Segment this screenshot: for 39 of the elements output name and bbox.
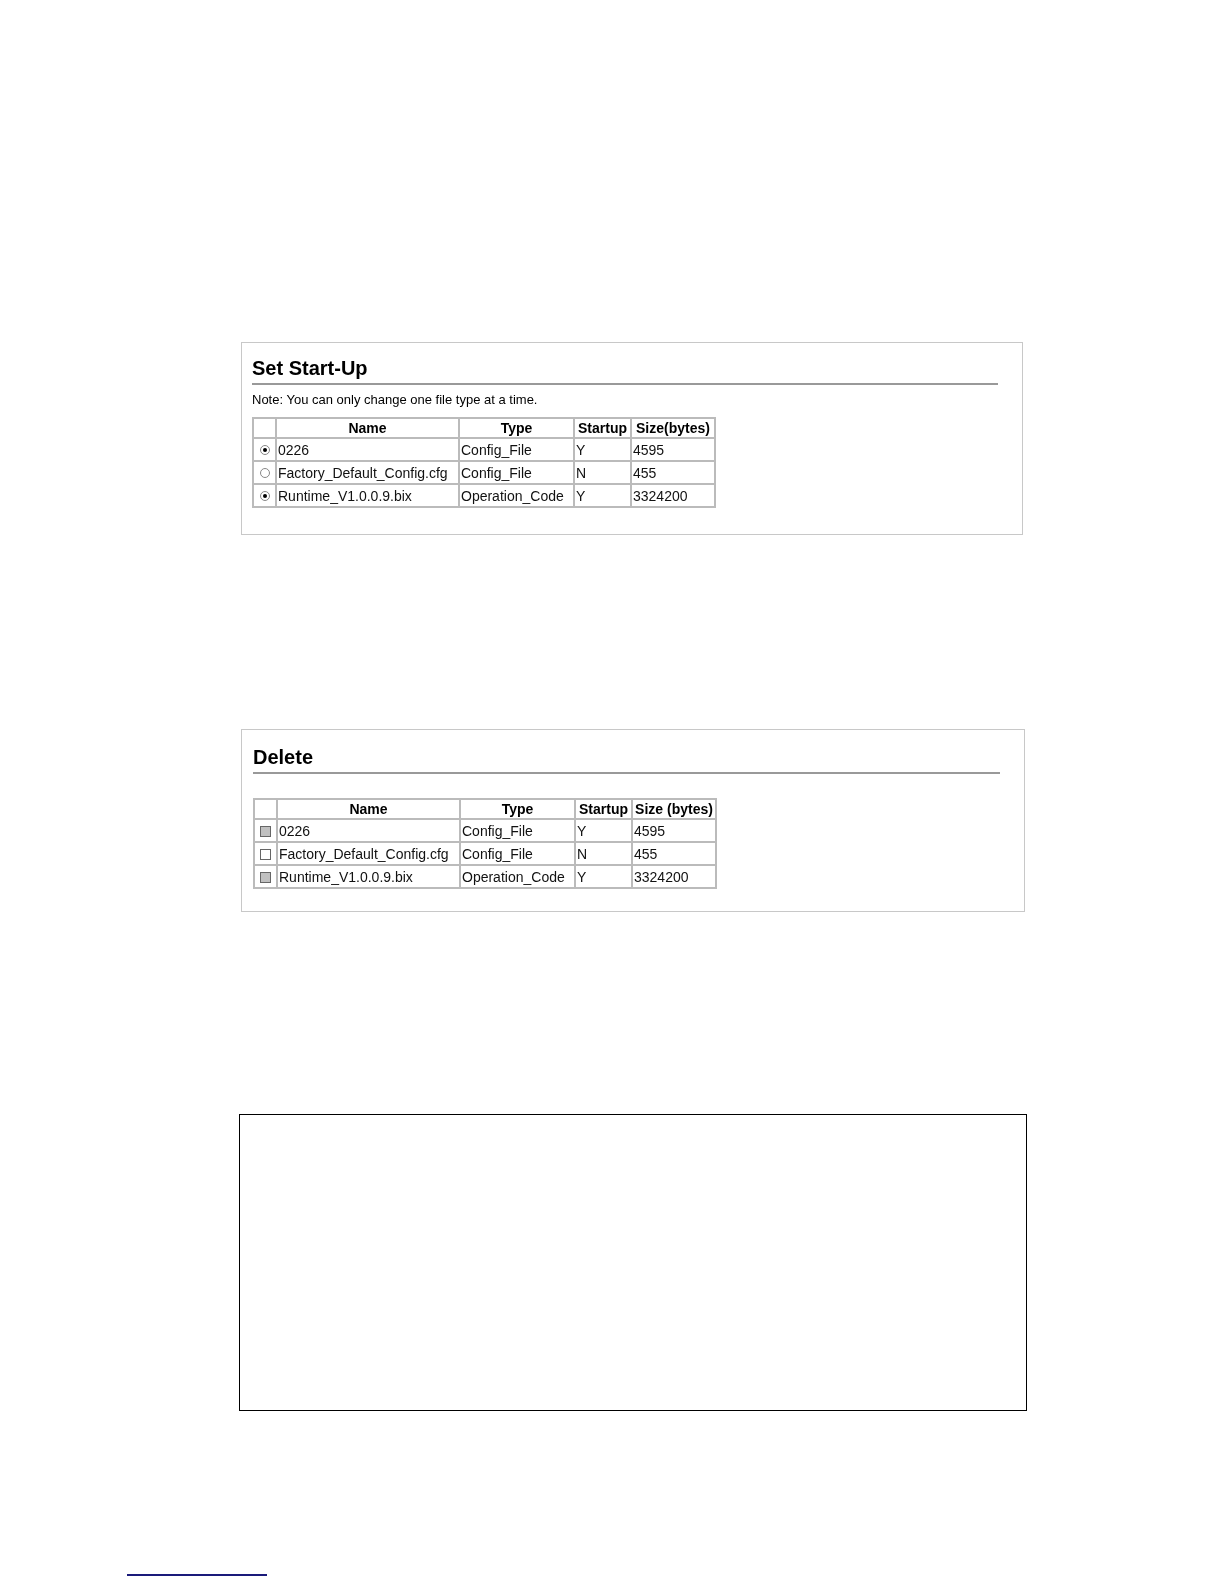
- table-cell: Runtime_V1.0.0.9.bix: [277, 865, 460, 888]
- checkbox[interactable]: [260, 848, 271, 860]
- note-text: Note: You can only change one file type at a time.: [252, 391, 539, 409]
- column-header: Type: [459, 418, 574, 438]
- panel-title: Delete: [253, 744, 1000, 774]
- table-cell: 4595: [631, 438, 715, 461]
- table-cell: Factory_Default_Config.cfg: [277, 842, 460, 865]
- table-cell: 3324200: [631, 484, 715, 507]
- table-cell: N: [574, 461, 631, 484]
- table-cell: 455: [631, 461, 715, 484]
- column-header: Name: [276, 418, 459, 438]
- column-header: Startup: [574, 418, 631, 438]
- table-cell: Factory_Default_Config.cfg: [276, 461, 459, 484]
- table-cell: Config_File: [459, 438, 574, 461]
- table-cell: Runtime_V1.0.0.9.bix: [276, 484, 459, 507]
- panel-title: Set Start-Up: [252, 355, 998, 385]
- table-cell: Y: [575, 865, 632, 888]
- table-cell: 0226: [276, 438, 459, 461]
- column-header: Type: [460, 799, 575, 819]
- column-header: Size (bytes): [632, 799, 716, 819]
- table-cell: Y: [575, 819, 632, 842]
- column-header: Size(bytes): [631, 418, 715, 438]
- table-cell: 3324200: [632, 865, 716, 888]
- table-cell: Operation_Code: [460, 865, 575, 888]
- radio-button[interactable]: [259, 445, 270, 456]
- table-cell: Y: [574, 438, 631, 461]
- table-cell: Y: [574, 484, 631, 507]
- column-header: Startup: [575, 799, 632, 819]
- radio-button[interactable]: [259, 468, 270, 479]
- table-cell: 455: [632, 842, 716, 865]
- table-cell: Config_File: [459, 461, 574, 484]
- table-cell: Operation_Code: [459, 484, 574, 507]
- radio-button[interactable]: [259, 491, 270, 502]
- table-cell: Config_File: [460, 819, 575, 842]
- table-cell: 4595: [632, 819, 716, 842]
- table-cell: Config_File: [460, 842, 575, 865]
- table-cell: N: [575, 842, 632, 865]
- column-header: Name: [277, 799, 460, 819]
- table-cell: 0226: [277, 819, 460, 842]
